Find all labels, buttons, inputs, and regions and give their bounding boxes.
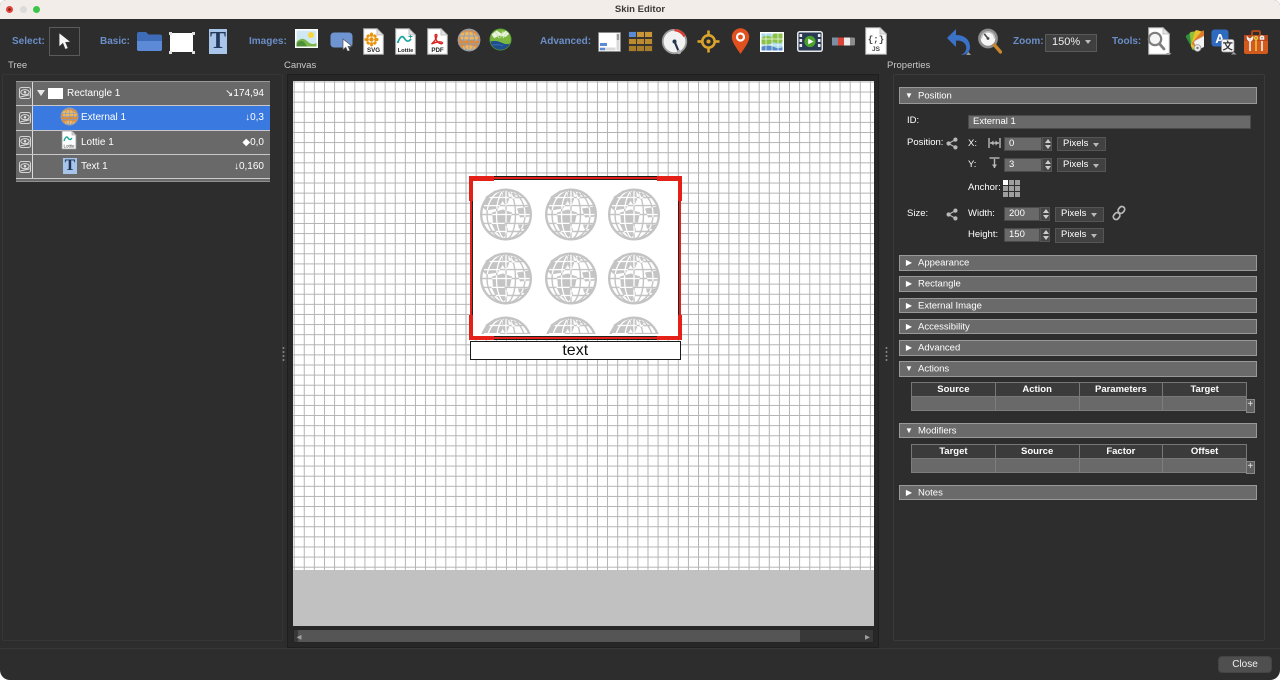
svg-text:PDF: PDF [431, 47, 444, 54]
svg-text:JS: JS [872, 46, 881, 53]
svg-text:SVG: SVG [367, 47, 380, 54]
svg-text:文: 文 [1223, 40, 1234, 53]
svg-text:Lottie: Lottie [63, 144, 75, 149]
svg-text:Lottie: Lottie [398, 48, 415, 54]
svg-text:{;}: {;} [868, 35, 884, 45]
